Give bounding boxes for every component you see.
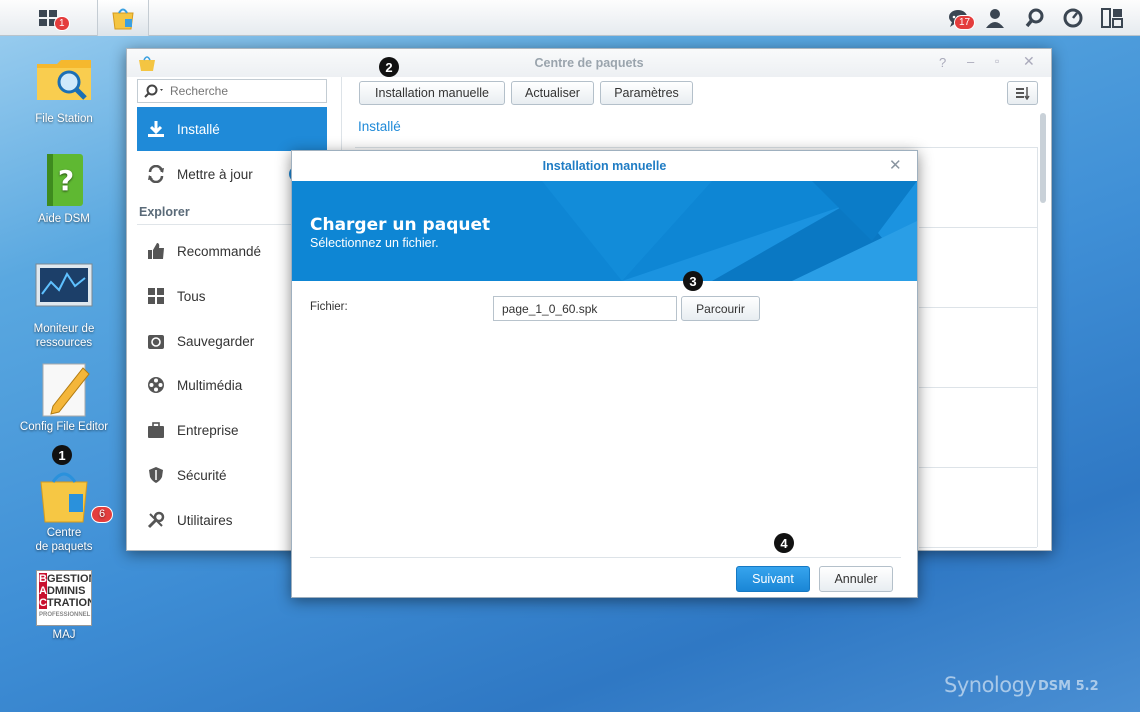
film-reel-icon [145, 374, 167, 396]
resource-monitor-icon [35, 262, 93, 320]
section-title: Installé [358, 119, 401, 134]
sidebar-item-installed[interactable]: Installé [137, 107, 327, 151]
dialog-banner: Charger un paquet Sélectionnez un fichie… [292, 181, 917, 281]
sort-button[interactable] [1007, 81, 1038, 105]
help-book-icon: ? [35, 152, 93, 210]
maximize-icon[interactable]: ▫ [995, 54, 999, 68]
main-menu-badge: 1 [54, 16, 70, 31]
sort-icon [1015, 87, 1030, 100]
notifications-button[interactable]: 17 [940, 0, 976, 36]
widgets-button[interactable] [1056, 0, 1090, 36]
desktop-label: ressources [35, 337, 93, 349]
package-center-icon [112, 8, 134, 30]
synology-brand: Synology [944, 673, 1037, 697]
search-icon [1025, 8, 1044, 28]
refresh-icon [145, 163, 167, 185]
grid-icon [145, 285, 167, 307]
user-icon [986, 9, 1004, 28]
shield-icon [145, 464, 167, 486]
divider [919, 227, 1037, 228]
folder-search-icon [35, 52, 93, 110]
step-marker-2: 2 [379, 57, 399, 77]
banner-subtitle: Sélectionnez un fichier. [310, 236, 439, 250]
divider [1037, 147, 1038, 547]
sidebar-item-label: Installé [177, 121, 220, 137]
pencil-paper-icon [35, 360, 93, 418]
desktop-file-station[interactable]: File Station [14, 52, 114, 126]
search-button[interactable] [1018, 0, 1052, 36]
close-icon[interactable]: ✕ [1023, 53, 1035, 70]
backup-icon [145, 330, 167, 352]
divider [919, 387, 1037, 388]
tools-icon [145, 509, 167, 531]
desktop-aide-dsm[interactable]: ? Aide DSM [14, 152, 114, 226]
sidebar-item-label: Tous [177, 288, 206, 304]
divider [919, 547, 1037, 548]
sidebar-item-label: Sécurité [177, 467, 227, 483]
desktop-label: File Station [35, 113, 93, 125]
main-menu-button[interactable]: 1 [26, 0, 70, 36]
banner-title: Charger un paquet [310, 215, 491, 235]
thumbs-up-icon [145, 240, 167, 262]
refresh-button[interactable]: Actualiser [511, 81, 594, 105]
divider [355, 147, 1038, 148]
desktop-moniteur[interactable]: Moniteur de ressources [14, 262, 114, 350]
package-updates-badge: 6 [91, 506, 114, 523]
sidebar-item-label: Multimédia [177, 377, 243, 393]
dsm-version: DSM 5.2 [1038, 679, 1099, 694]
taskbar: 1 17 [0, 0, 1140, 36]
download-icon [145, 118, 167, 140]
step-marker-3: 3 [683, 271, 703, 291]
desktop-maj[interactable]: BGESTION ADMINIS CTRATION PROFESSIONNEL … [14, 570, 114, 642]
window-titlebar: Centre de paquets ? – ▫ ✕ [127, 49, 1051, 77]
help-icon[interactable]: ? [939, 55, 946, 70]
minimize-icon[interactable]: – [967, 54, 974, 69]
svg-text:?: ? [58, 164, 74, 197]
search-box[interactable] [137, 79, 327, 103]
sidebar-item-label: Entreprise [177, 422, 239, 438]
step-marker-1: 1 [52, 445, 72, 465]
pilot-view-button[interactable] [1095, 0, 1129, 36]
step-marker-4: 4 [774, 533, 794, 553]
briefcase-icon [145, 419, 167, 441]
desktop-label: Aide DSM [38, 213, 90, 225]
desktop-centre-paquets[interactable]: 6 Centre de paquets [14, 466, 114, 554]
gauge-icon [1063, 8, 1083, 28]
divider [919, 307, 1037, 308]
desktop-label: Config File Editor [19, 421, 109, 433]
scrollbar[interactable] [1040, 113, 1046, 203]
user-button[interactable] [978, 0, 1012, 36]
file-field[interactable]: page_1_0_60.spk [493, 296, 677, 321]
cancel-button[interactable]: Annuler [819, 566, 893, 592]
sidebar-item-label: Sauvegarder [177, 333, 255, 349]
sidebar-item-label: Utilitaires [177, 512, 233, 528]
layout-icon [1101, 8, 1123, 28]
divider [310, 557, 901, 558]
desktop-config-editor[interactable]: Config File Editor [14, 360, 114, 434]
sidebar-item-label: Mettre à jour [177, 166, 253, 182]
manual-install-button[interactable]: Installation manuelle [359, 81, 505, 105]
next-button[interactable]: Suivant [736, 566, 810, 592]
explore-header: Explorer [139, 205, 190, 219]
settings-button[interactable]: Paramètres [600, 81, 693, 105]
divider [919, 467, 1037, 468]
dialog-title: Installation manuelle [542, 159, 667, 173]
search-icon [144, 84, 163, 98]
desktop-label: Centre [46, 527, 82, 539]
browse-button[interactable]: Parcourir [681, 296, 760, 321]
notifications-badge: 17 [954, 15, 976, 30]
shopping-bag-icon: 6 [35, 466, 114, 524]
file-label: Fichier: [310, 301, 348, 313]
taskbar-package-center-button[interactable] [97, 0, 149, 36]
close-icon[interactable]: ✕ [889, 156, 902, 174]
dialog-titlebar: Installation manuelle ✕ [292, 151, 917, 181]
desktop-label: de paquets [35, 541, 93, 553]
maj-logo: BGESTION ADMINIS CTRATION PROFESSIONNEL [36, 570, 92, 626]
desktop-label: Moniteur de [33, 323, 95, 335]
window-title: Centre de paquets [534, 56, 644, 70]
desktop-label: MAJ [52, 629, 76, 641]
search-input[interactable] [170, 84, 320, 98]
manual-install-dialog: Installation manuelle ✕ Charger un paque… [291, 150, 918, 598]
sidebar-item-label: Recommandé [177, 243, 262, 259]
